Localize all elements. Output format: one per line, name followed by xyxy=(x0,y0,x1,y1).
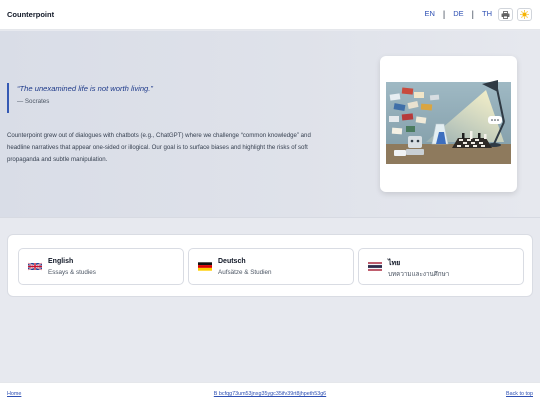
hero-section: “The unexamined life is not worth living… xyxy=(0,31,540,218)
card-title: Deutsch xyxy=(218,258,246,265)
uk-flag-icon xyxy=(28,262,42,271)
english-card[interactable]: English Essays & studies xyxy=(18,248,184,285)
card-subtitle: Essays & studies xyxy=(48,269,96,276)
quote-text: “The unexamined life is not worth living… xyxy=(17,84,153,93)
divider: | xyxy=(471,8,474,19)
sun-icon xyxy=(520,10,529,19)
quote-author: — Socrates xyxy=(17,98,50,105)
divider: | xyxy=(442,8,446,19)
thailand-flag-icon xyxy=(368,262,382,271)
theme-toggle-button[interactable] xyxy=(517,8,532,21)
lang-en-link[interactable]: EN xyxy=(424,9,434,18)
lang-de-link[interactable]: DE xyxy=(453,9,463,18)
commit-hash-link[interactable]: B bcfqg73um53jnxg35ygc35ifv39rt8jhpeth53… xyxy=(0,391,540,397)
lang-th-link[interactable]: TH xyxy=(482,9,492,18)
card-subtitle: Aufsätze & Studien xyxy=(218,269,272,276)
language-switcher: EN | DE | TH xyxy=(424,9,492,18)
thai-card[interactable]: ไทย บทความและงานศึกษา xyxy=(358,248,524,285)
card-title: ไทย xyxy=(388,260,401,267)
epigraph-quote: “The unexamined life is not worth living… xyxy=(7,83,153,113)
site-footer: Home B bcfqg73um53jnxg35ygc35ifv39rt8jhp… xyxy=(0,382,540,405)
debate-chess-illustration xyxy=(386,62,511,186)
site-header: Counterpoint EN | DE | TH xyxy=(0,0,540,30)
hero-illustration-card xyxy=(380,56,517,192)
intro-paragraph: Counterpoint grew out of dialogues with … xyxy=(7,132,311,163)
language-cards-panel: English Essays & studies Deutsch Aufsätz… xyxy=(7,234,533,297)
brand-logo[interactable]: Counterpoint xyxy=(7,10,54,19)
printer-icon xyxy=(501,10,510,19)
germany-flag-icon xyxy=(198,262,212,271)
card-title: English xyxy=(48,258,74,265)
back-to-top-link[interactable]: Back to top xyxy=(506,391,533,397)
card-subtitle: บทความและงานศึกษา xyxy=(388,271,450,278)
print-button[interactable] xyxy=(498,8,513,21)
deutsch-card[interactable]: Deutsch Aufsätze & Studien xyxy=(188,248,354,285)
